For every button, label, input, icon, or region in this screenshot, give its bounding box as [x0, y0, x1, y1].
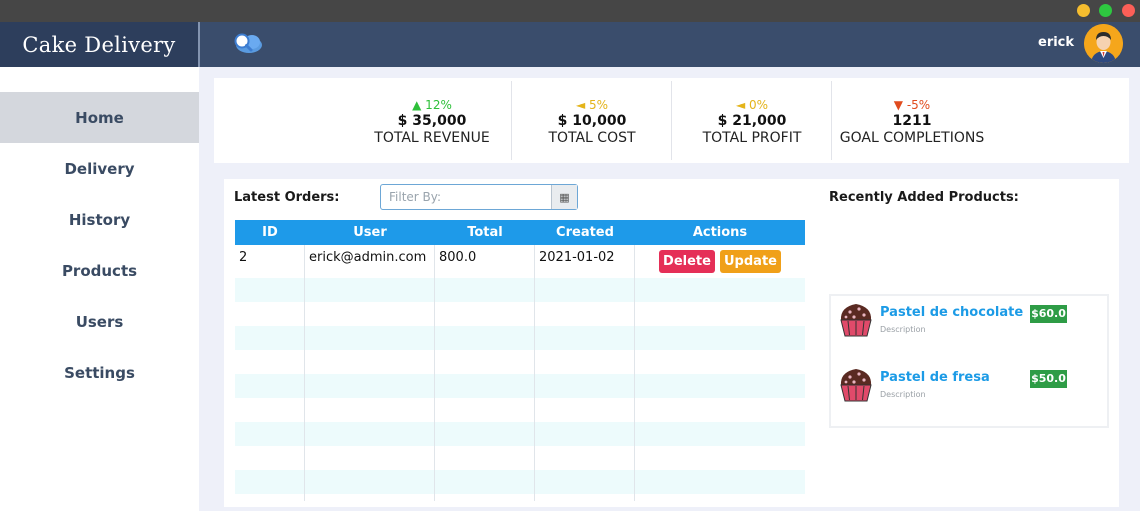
stat-total-cost: ◄ 5% $ 10,000 TOTAL COST [512, 78, 672, 163]
cell-total: 800.0 [435, 245, 535, 278]
cupcake-icon [840, 369, 872, 402]
cell-id: 2 [235, 245, 305, 278]
product-price-badge: $50.0 [1030, 370, 1067, 388]
column-header-actions[interactable]: Actions [635, 220, 805, 245]
stat-label: TOTAL PROFIT [702, 130, 802, 146]
user-name[interactable]: erick [1038, 35, 1074, 50]
table-row-empty [235, 398, 805, 422]
update-button[interactable]: Update [720, 250, 781, 273]
cell-created: 2021-01-02 [535, 245, 635, 278]
table-row-empty [235, 446, 805, 470]
stat-goal-completions: ▼ -5% 1211 GOAL COMPLETIONS [832, 78, 992, 163]
product-item[interactable]: Pastel de fresa Description $50.0 [831, 361, 1107, 421]
table-row-empty [235, 350, 805, 374]
stat-delta: ▼ -5% [893, 98, 931, 112]
stat-label: TOTAL REVENUE [374, 130, 490, 146]
stats-card: ▲ 12% $ 35,000 TOTAL REVENUE ◄ 5% $ 10,0… [214, 78, 1129, 163]
product-description: Description [880, 325, 926, 334]
stat-value: $ 21,000 [717, 113, 787, 129]
stat-total-profit: ◄ 0% $ 21,000 TOTAL PROFIT [672, 78, 832, 163]
stat-label: GOAL COMPLETIONS [839, 130, 985, 146]
column-header-total[interactable]: Total [435, 220, 535, 245]
cupcake-icon [840, 304, 872, 337]
minimize-button[interactable] [1077, 4, 1090, 17]
search-icon[interactable] [230, 31, 264, 55]
stat-label: TOTAL COST [548, 130, 636, 146]
table-row-empty [235, 326, 805, 350]
product-description: Description [880, 390, 926, 399]
app-header: Cake Delivery erick [0, 22, 1140, 67]
table-row-empty [235, 302, 805, 326]
user-avatar[interactable] [1084, 24, 1123, 63]
table-row-empty [235, 422, 805, 446]
stat-delta: ◄ 5% [575, 98, 609, 112]
table-row[interactable]: 2 erick@admin.com 800.0 2021-01-02 Delet… [235, 245, 805, 278]
product-price-badge: $60.0 [1030, 305, 1067, 323]
orders-table: ID User Total Created Actions 2 erick@ad… [235, 220, 805, 501]
sidebar-item-settings[interactable]: Settings [0, 347, 199, 398]
filter-input[interactable] [381, 185, 551, 209]
table-row-empty [235, 374, 805, 398]
stat-value: $ 35,000 [397, 113, 467, 129]
maximize-button[interactable] [1099, 4, 1112, 17]
avatar-person-icon [1084, 24, 1123, 63]
table-row-empty [235, 494, 805, 501]
window-titlebar [0, 0, 1140, 22]
column-header-created[interactable]: Created [535, 220, 635, 245]
table-row-empty [235, 278, 805, 302]
sidebar-item-home[interactable]: Home [0, 92, 199, 143]
column-header-user[interactable]: User [305, 220, 435, 245]
filter-field[interactable]: ▦ [380, 184, 578, 210]
recent-products-title: Recently Added Products: [829, 190, 1019, 205]
table-row-empty [235, 470, 805, 494]
stat-delta: ◄ 0% [735, 98, 769, 112]
stat-value: 1211 [892, 113, 932, 129]
sidebar-item-products[interactable]: Products [0, 245, 199, 296]
product-item[interactable]: Pastel de chocolate Description $60.0 [831, 296, 1107, 356]
table-header: ID User Total Created Actions [235, 220, 805, 245]
product-name[interactable]: Pastel de fresa [880, 370, 990, 385]
sidebar-item-users[interactable]: Users [0, 296, 199, 347]
brand-title: Cake Delivery [0, 22, 198, 67]
sidebar: Home Delivery History Products Users Set… [0, 67, 199, 511]
calendar-icon[interactable]: ▦ [551, 185, 577, 209]
header-divider [198, 22, 200, 67]
cell-user: erick@admin.com [305, 245, 435, 278]
stat-value: $ 10,000 [557, 113, 627, 129]
stat-total-revenue: ▲ 12% $ 35,000 TOTAL REVENUE [352, 78, 512, 163]
latest-orders-title: Latest Orders: [234, 190, 340, 205]
column-header-id[interactable]: ID [235, 220, 305, 245]
delete-button[interactable]: Delete [659, 250, 715, 273]
stat-delta: ▲ 12% [412, 98, 452, 112]
close-window-button[interactable] [1122, 4, 1135, 17]
product-name[interactable]: Pastel de chocolate [880, 305, 1023, 320]
products-list: Pastel de chocolate Description $60.0 Pa… [829, 294, 1109, 428]
main-panel: Latest Orders: ▦ ID User Total Created A… [224, 179, 1119, 507]
sidebar-item-history[interactable]: History [0, 194, 199, 245]
sidebar-item-delivery[interactable]: Delivery [0, 143, 199, 194]
